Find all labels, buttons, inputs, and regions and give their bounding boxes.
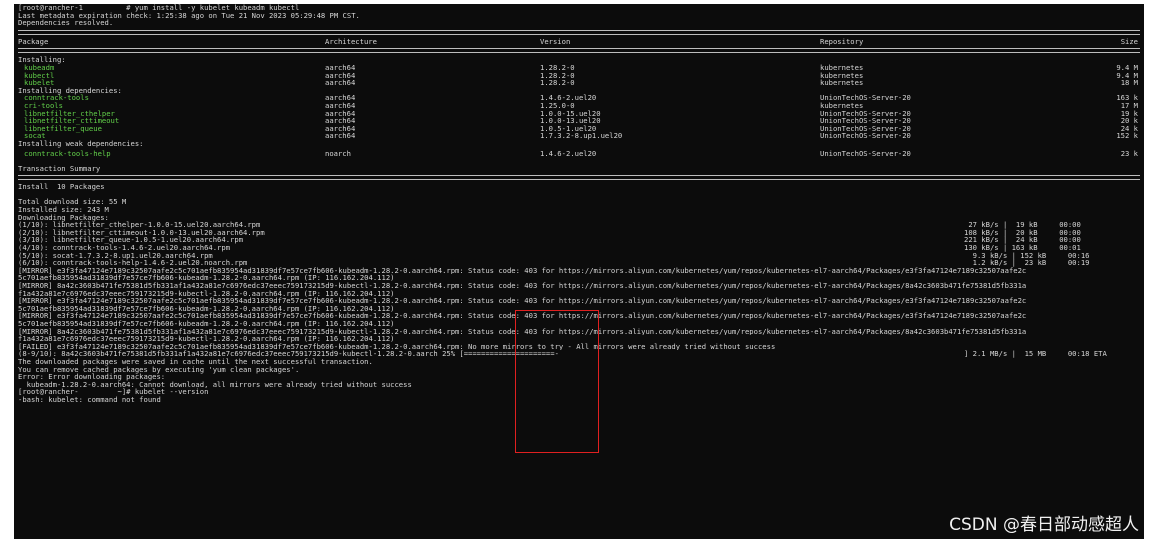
install-count: Install 10 Packages <box>18 182 105 192</box>
mirror-error-list: [MIRROR] e3f3fa47124e7189c32507aafe2c5c7… <box>14 267 1144 343</box>
mirror-line: 5c701aefb835954ad31839df7e57ce7fb606-kub… <box>18 274 395 282</box>
col-package-header: Package <box>18 36 49 46</box>
mirror-line: [MIRROR] 8a42c3603b471fe75381d5fb331af1a… <box>18 282 1027 290</box>
table-row: kubeadm aarch64 1.28.2-0 kubernetes 9.4 M <box>14 64 1144 72</box>
mirror-line: [MIRROR] e3f3fa47124e7189c32507aafe2c5c7… <box>18 266 1027 275</box>
watermark: CSDN @春日部动感超人 <box>949 515 1139 535</box>
table-row: conntrack-tools-help noarch 1.4.6-2.uel20 U… <box>14 148 1144 158</box>
table-row: socat aarch64 1.7.3.2-8.up1.uel20 UnionTech… <box>14 132 1144 140</box>
col-arch-header: Architecture <box>325 36 377 46</box>
tail-line: -bash: kubelet: command not found <box>18 394 161 404</box>
arch-cell: aarch64 <box>325 78 356 88</box>
command-header: [root@rancher-1 # yum install -y kubelet… <box>14 4 1144 27</box>
progress-stat: ] 2.1 MB/s | 15 MB 00:18 ETA <box>964 349 1107 359</box>
download-row: (6/10): conntrack-tools-help-1.4.6-2.uel… <box>14 259 1144 267</box>
tail-output: The downloaded packages were saved in ca… <box>14 358 1144 404</box>
version-cell: 1.7.3.2-8.up1.uel20 <box>540 131 623 141</box>
package-table: Installing: kubeadm aarch64 1.28.2-0 kuberne… <box>14 56 1144 157</box>
col-version-header: Version <box>540 36 571 46</box>
table-row: kubelet aarch64 1.28.2-0 kubernetes 18 M <box>14 79 1144 87</box>
repo-cell: kubernetes <box>820 78 864 88</box>
table-rule-top <box>18 29 1140 35</box>
size-cell: 18 M <box>1120 78 1138 88</box>
version-cell: 1.28.2-0 <box>540 78 575 88</box>
total-download-size: Total download size: 55 M <box>18 197 127 207</box>
mirror-line: [MIRROR] e3f3fa47124e7189c32507aafe2c5c7… <box>18 297 1027 305</box>
table-row: kubectl aarch64 1.28.2-0 kubernetes 9.4 M <box>14 71 1144 80</box>
summary-title: Transaction Summary <box>18 163 101 173</box>
summary-rule <box>18 175 1140 181</box>
mirror-line: [MIRROR] 8a42c3603b471fe75381d5fb331af1a… <box>18 327 1027 336</box>
tail-line: [root@rancher- ~]# kubelet --version <box>18 387 209 397</box>
mirror-line: f1a432a81e7c6976edc37eeec759173215d9-kub… <box>18 289 395 298</box>
header-line: Dependencies resolved. <box>18 18 114 28</box>
terminal-window[interactable]: [root@rancher-1 # yum install -y kubelet… <box>14 4 1144 539</box>
table-row: conntrack-tools aarch64 1.4.6-2.uel20 Union… <box>14 94 1144 102</box>
size-cell: 23 k <box>1120 148 1138 158</box>
mirror-line: f1a432a81e7c6976edc37eeec759173215d9-kub… <box>18 335 395 343</box>
header-line: Last metadata expiration check: 1:25:38 … <box>18 10 360 20</box>
col-repo-header: Repository <box>820 36 864 46</box>
section-title: Installing: <box>18 55 66 65</box>
installed-size: Installed size: 243 M <box>18 205 109 215</box>
tail-line: You can remove cached packages by execut… <box>18 364 300 374</box>
version-cell: 1.4.6-2.uel20 <box>540 148 597 158</box>
mirror-line: 5c701aefb835954ad31839df7e57ce7fb606-kub… <box>18 304 395 313</box>
download-list: (1/10): libnetfilter_cthelper-1.0.0-15.u… <box>14 221 1144 267</box>
arch-cell: aarch64 <box>325 131 356 141</box>
repo-cell: UnionTechOS-Server-20 <box>820 148 911 158</box>
arch-cell: noarch <box>325 148 351 158</box>
size-cell: 152 k <box>1116 131 1138 141</box>
download-name: (6/10): conntrack-tools-help-1.4.6-2.uel… <box>18 258 248 268</box>
col-size-header: Size <box>1120 36 1138 46</box>
mirror-line: 5c701aefb835954ad31839df7e57ce7fb606-kub… <box>18 319 395 328</box>
package-name: conntrack-tools-help <box>24 148 111 158</box>
repo-cell: UnionTechOS-Server-20 <box>820 131 911 141</box>
table-rule-mid <box>18 48 1140 54</box>
table-header-row: Package Architecture Version Repository … <box>14 38 1144 46</box>
section-title: Installing weak dependencies: <box>18 138 144 148</box>
mirror-line: [MIRROR] e3f3fa47124e7189c32507aafe2c5c7… <box>18 312 1027 320</box>
download-stat: 1.2 kB/s | 23 kB 00:19 <box>964 258 1090 268</box>
